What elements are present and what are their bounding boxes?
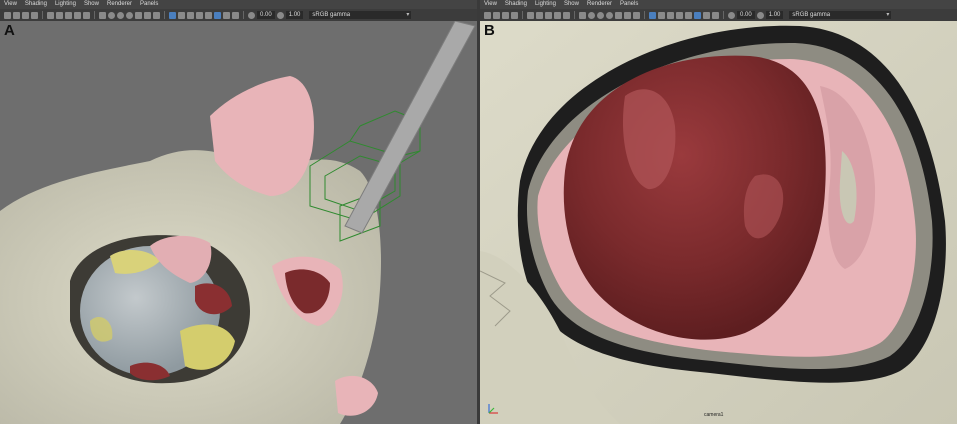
film-gate-icon[interactable] <box>56 11 63 19</box>
toolbar-divider <box>243 11 244 19</box>
lights-icon[interactable] <box>624 11 631 19</box>
gamma-field[interactable]: 1.00 <box>765 11 784 19</box>
toolbar-divider <box>94 11 95 19</box>
menu-show[interactable]: Show <box>564 0 579 9</box>
image-plane-icon[interactable] <box>511 11 518 19</box>
toolbar-divider <box>723 11 724 19</box>
film-gate-icon[interactable] <box>536 11 543 19</box>
xray-components-icon[interactable] <box>232 11 239 19</box>
lights-icon[interactable] <box>144 11 151 19</box>
select-camera-icon[interactable] <box>4 11 11 19</box>
exposure-field[interactable]: 0.00 <box>737 11 755 19</box>
toolbar-divider <box>574 11 575 19</box>
3d-viewport-a[interactable] <box>0 21 477 424</box>
viewport-toolbar: 0.00 1.00 sRGB gamma ▾ <box>480 9 957 21</box>
image-plane-icon[interactable] <box>31 11 38 19</box>
shadows-icon[interactable] <box>153 11 160 19</box>
depth-of-field-icon[interactable] <box>676 11 683 19</box>
viewport-toolbar: 0.00 1.00 sRGB gamma ▾ <box>0 9 477 21</box>
field-chart-icon[interactable] <box>563 11 570 19</box>
orbit-scene-b <box>480 21 957 424</box>
bookmark-icon[interactable] <box>22 11 29 19</box>
toolbar-divider <box>522 11 523 19</box>
panel-label-b: B <box>484 22 495 39</box>
exposure-field[interactable]: 0.00 <box>257 11 275 19</box>
anti-aliasing-icon[interactable] <box>667 11 674 19</box>
viewport-panel-a[interactable]: View Shading Lighting Show Renderer Pane… <box>0 0 477 424</box>
toolbar-divider <box>42 11 43 19</box>
depth-of-field-icon[interactable] <box>196 11 203 19</box>
menu-show[interactable]: Show <box>84 0 99 9</box>
wireframe-on-shaded-icon[interactable] <box>126 11 133 19</box>
textured-icon[interactable] <box>135 11 142 19</box>
smooth-shade-icon[interactable] <box>588 11 595 19</box>
menu-panels[interactable]: Panels <box>140 0 158 9</box>
grid-icon[interactable] <box>527 11 534 19</box>
chevron-down-icon: ▾ <box>886 12 890 18</box>
shadows-icon[interactable] <box>633 11 640 19</box>
grid-icon[interactable] <box>47 11 54 19</box>
menu-lighting[interactable]: Lighting <box>535 0 556 9</box>
bookmark-icon[interactable] <box>502 11 509 19</box>
xray-components-icon[interactable] <box>712 11 719 19</box>
resolution-gate-icon[interactable] <box>65 11 72 19</box>
axis-gizmo-icon <box>488 404 498 414</box>
colorspace-value: sRGB gamma <box>312 12 351 18</box>
wireframe-on-shaded-icon[interactable] <box>606 11 613 19</box>
menu-shading[interactable]: Shading <box>25 0 47 9</box>
wireframe-icon[interactable] <box>579 11 586 19</box>
default-material-icon[interactable] <box>117 11 124 19</box>
default-material-icon[interactable] <box>597 11 604 19</box>
isolate-select-icon[interactable] <box>205 11 212 19</box>
3d-viewport-b[interactable] <box>480 21 957 424</box>
colorspace-select[interactable]: sRGB gamma ▾ <box>789 11 892 19</box>
menu-view[interactable]: View <box>484 0 497 9</box>
exposure-icon[interactable] <box>248 11 255 19</box>
colorspace-select[interactable]: sRGB gamma ▾ <box>309 11 412 19</box>
camera-attributes-icon[interactable] <box>13 11 20 19</box>
field-chart-icon[interactable] <box>83 11 90 19</box>
motion-blur-icon[interactable] <box>658 11 665 19</box>
gamma-icon[interactable] <box>756 11 764 19</box>
menu-view[interactable]: View <box>4 0 17 9</box>
ambient-occlusion-icon[interactable] <box>649 11 656 19</box>
isolate-select-icon[interactable] <box>685 11 692 19</box>
toolbar-divider <box>164 11 165 19</box>
exposure-icon[interactable] <box>728 11 735 19</box>
anti-aliasing-icon[interactable] <box>187 11 194 19</box>
motion-blur-icon[interactable] <box>178 11 185 19</box>
gate-mask-icon[interactable] <box>554 11 561 19</box>
wireframe-icon[interactable] <box>99 11 106 19</box>
camera-attributes-icon[interactable] <box>493 11 500 19</box>
menu-panels[interactable]: Panels <box>620 0 638 9</box>
camera-name-label: camera1 <box>704 412 724 418</box>
select-camera-icon[interactable] <box>484 11 491 19</box>
viewport-panel-b[interactable]: View Shading Lighting Show Renderer Pane… <box>480 0 957 424</box>
xray-joints-icon[interactable] <box>703 11 710 19</box>
menu-renderer[interactable]: Renderer <box>587 0 612 9</box>
skull-scene-a <box>0 21 477 424</box>
xray-icon[interactable] <box>214 11 221 19</box>
ambient-occlusion-icon[interactable] <box>169 11 176 19</box>
gate-mask-icon[interactable] <box>74 11 81 19</box>
smooth-shade-icon[interactable] <box>108 11 115 19</box>
resolution-gate-icon[interactable] <box>545 11 552 19</box>
viewport-menubar: View Shading Lighting Show Renderer Pane… <box>0 0 477 9</box>
toolbar-divider <box>644 11 645 19</box>
xray-icon[interactable] <box>694 11 701 19</box>
menu-lighting[interactable]: Lighting <box>55 0 76 9</box>
colorspace-value: sRGB gamma <box>792 12 831 18</box>
xray-joints-icon[interactable] <box>223 11 230 19</box>
chevron-down-icon: ▾ <box>406 12 410 18</box>
textured-icon[interactable] <box>615 11 622 19</box>
gamma-field[interactable]: 1.00 <box>285 11 304 19</box>
viewport-menubar: View Shading Lighting Show Renderer Pane… <box>480 0 957 9</box>
gamma-icon[interactable] <box>276 11 284 19</box>
menu-shading[interactable]: Shading <box>505 0 527 9</box>
menu-renderer[interactable]: Renderer <box>107 0 132 9</box>
panel-label-a: A <box>4 22 15 39</box>
